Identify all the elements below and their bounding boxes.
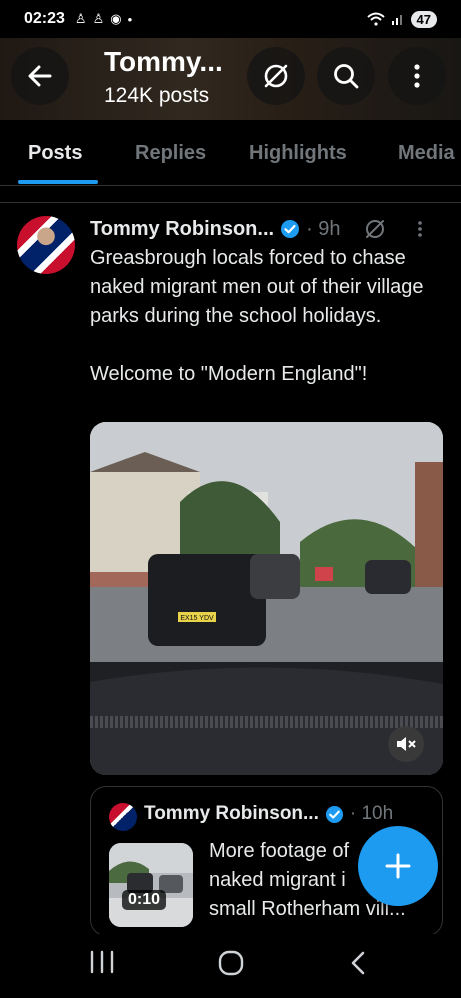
- tab-media[interactable]: Media: [398, 142, 455, 165]
- active-tab-indicator: [18, 180, 98, 184]
- notification-icon: ♙: [92, 11, 105, 26]
- compose-post-button[interactable]: [358, 826, 438, 906]
- grok-icon[interactable]: [363, 217, 387, 241]
- verified-badge-icon: [281, 220, 300, 238]
- quote-video-thumbnail[interactable]: 0:10: [109, 843, 193, 927]
- more-vertical-icon: [414, 64, 420, 88]
- post-count: 124K posts: [104, 84, 210, 107]
- post-author-name[interactable]: Tommy Robinson...: [90, 218, 274, 241]
- status-time: 02:23: [24, 10, 65, 27]
- post-divider: [0, 202, 461, 203]
- license-plate-text: EX15 YDV: [180, 615, 214, 622]
- post-timestamp[interactable]: · 9h: [306, 218, 340, 241]
- grok-button[interactable]: [247, 47, 305, 105]
- more-notifications-dot: •: [127, 11, 133, 27]
- search-button[interactable]: [317, 47, 375, 105]
- back-icon[interactable]: [348, 950, 368, 976]
- signal-icon: [391, 15, 402, 25]
- app-notification-icon: ◉: [110, 11, 122, 26]
- post-text: Greasbrough locals forced to chase naked…: [90, 247, 424, 385]
- more-options-button[interactable]: [388, 47, 446, 105]
- tab-posts[interactable]: Posts: [28, 142, 82, 165]
- status-bar: 02:23 ♙ ♙ ◉ • 47: [0, 0, 461, 38]
- mute-button[interactable]: [388, 726, 424, 762]
- post-video[interactable]: EX15 YDV: [90, 422, 443, 775]
- notification-icon: ♙: [74, 11, 87, 26]
- quote-author-name: Tommy Robinson...: [144, 803, 319, 824]
- battery-indicator: 47: [410, 10, 437, 28]
- more-vertical-icon[interactable]: [417, 219, 423, 239]
- profile-tabs: Posts Replies Highlights Media: [0, 120, 461, 186]
- grok-icon: [264, 64, 288, 88]
- recent-apps-icon[interactable]: [88, 950, 116, 974]
- search-icon: [334, 64, 359, 89]
- author-avatar[interactable]: [17, 216, 75, 274]
- quote-header: Tommy Robinson... · 10h: [144, 803, 393, 825]
- volume-muted-icon: [397, 737, 416, 751]
- home-icon[interactable]: [217, 949, 245, 977]
- quote-timestamp: · 10h: [349, 803, 394, 824]
- thumbnail-image: [109, 843, 193, 927]
- back-button[interactable]: [11, 47, 69, 105]
- profile-name: Tommy...: [104, 46, 223, 77]
- video-duration: 0:10: [122, 890, 167, 910]
- video-frame: EX15 YDV: [90, 422, 443, 775]
- notification-icons: ♙ ♙ ◉ •: [75, 11, 132, 27]
- verified-badge-icon: [325, 805, 343, 823]
- wifi-icon: [366, 12, 385, 26]
- plus-icon: [385, 853, 411, 879]
- system-navigation-bar: [0, 934, 461, 998]
- quote-author-avatar: [109, 803, 137, 831]
- profile-header: Tommy... 124K posts: [0, 38, 461, 120]
- post-header: Tommy Robinson... · 9h: [90, 216, 450, 242]
- tab-replies[interactable]: Replies: [135, 142, 206, 165]
- arrow-left-icon: [28, 65, 52, 87]
- tab-highlights[interactable]: Highlights: [249, 142, 347, 165]
